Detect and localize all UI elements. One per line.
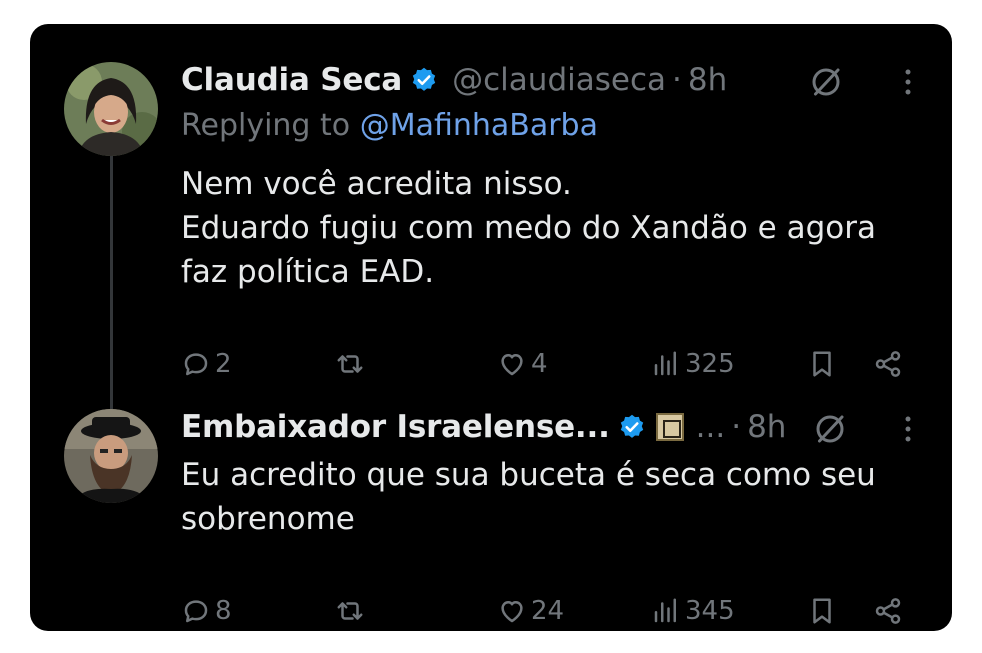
replying-to-label: Replying to: [181, 108, 351, 143]
grok-icon[interactable]: [812, 411, 848, 447]
repost-button[interactable]: [335, 591, 369, 631]
reply-count: 2: [215, 349, 232, 379]
tweet-text-line: Nem você acredita nisso.: [181, 166, 572, 202]
tweet-header: Claudia Seca @claudiaseca · 8h: [181, 58, 727, 102]
reply-icon: [184, 353, 208, 376]
views-button[interactable]: 325: [651, 344, 735, 384]
avatar-claudia[interactable]: [64, 62, 158, 156]
verified-badge-icon: [620, 414, 643, 438]
bookmark-icon: [813, 598, 831, 624]
views-button[interactable]: 345: [651, 591, 735, 631]
share-icon: [875, 598, 901, 624]
bookmark-button[interactable]: [807, 591, 837, 631]
bookmark-icon: [813, 351, 831, 377]
bookmark-button[interactable]: [807, 344, 837, 384]
timestamp[interactable]: 8h: [747, 409, 786, 445]
reply-button[interactable]: 2: [181, 344, 232, 384]
tweet-text-line: Eu acredito que sua buceta é seca como s…: [181, 457, 876, 493]
more-options-icon[interactable]: [903, 66, 913, 98]
reply-icon: [184, 600, 208, 623]
tweet-text-line: Eduardo fugiu com medo do Xandão e agora: [181, 210, 876, 246]
like-count: 4: [531, 349, 548, 379]
views-icon: [654, 351, 676, 376]
like-count: 24: [531, 596, 565, 626]
views-count: 345: [685, 596, 735, 626]
separator-dot: ·: [731, 409, 742, 445]
display-name[interactable]: Embaixador Israelense...: [181, 409, 610, 445]
share-button[interactable]: [873, 344, 903, 384]
separator-dot: ·: [672, 62, 682, 98]
timestamp[interactable]: 8h: [688, 62, 727, 98]
like-icon: [501, 354, 523, 376]
tweet-text: Eu acredito que sua buceta é seca como s…: [181, 453, 921, 541]
share-button[interactable]: [873, 591, 903, 631]
replying-to: Replying to @MafinhaBarba: [181, 108, 598, 143]
thread-connector-line: [110, 152, 113, 422]
tweet-actions: 2 4 325: [181, 344, 911, 384]
repost-button[interactable]: [335, 344, 369, 384]
tweet-thread-card: Claudia Seca @claudiaseca · 8h Replying …: [30, 24, 952, 631]
tweet-text-line: faz política EAD.: [181, 254, 435, 290]
share-icon: [875, 351, 901, 377]
verified-badge-icon: [412, 67, 436, 91]
affiliate-badge-icon: [655, 413, 684, 441]
views-icon: [654, 598, 676, 623]
tweet-actions: 8 24 345: [181, 591, 911, 631]
views-count: 325: [685, 349, 735, 379]
handle[interactable]: ...: [696, 409, 726, 445]
avatar-embaixador[interactable]: [64, 409, 158, 503]
tweet-text-line: sobrenome: [181, 501, 355, 537]
more-options-icon[interactable]: [903, 413, 913, 445]
tweet-text: Nem você acredita nisso. Eduardo fugiu c…: [181, 162, 921, 294]
like-button[interactable]: 4: [497, 344, 548, 384]
reply-count: 8: [215, 596, 232, 626]
repost-icon: [337, 602, 363, 620]
mention-link[interactable]: @MafinhaBarba: [360, 108, 598, 143]
repost-icon: [337, 355, 363, 373]
reply-button[interactable]: 8: [181, 591, 232, 631]
handle[interactable]: @claudiaseca: [452, 62, 666, 98]
grok-icon[interactable]: [808, 64, 844, 100]
display-name[interactable]: Claudia Seca: [181, 62, 402, 98]
like-button[interactable]: 24: [497, 591, 564, 631]
like-icon: [501, 601, 523, 623]
tweet-header: Embaixador Israelense... ... · 8h: [181, 405, 786, 449]
